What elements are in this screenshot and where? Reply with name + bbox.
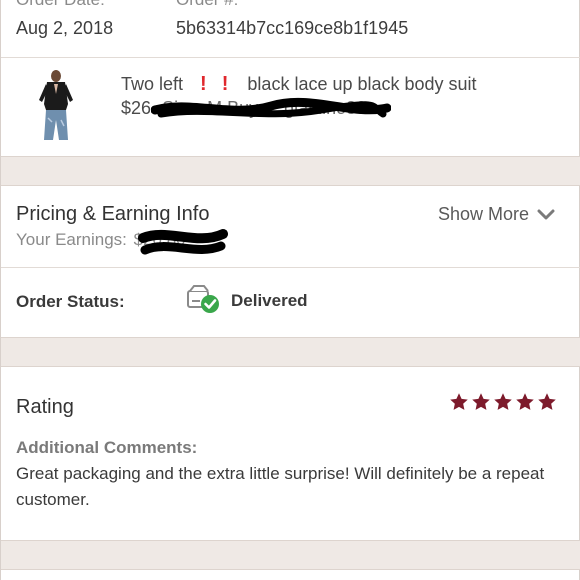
rating-stars [449, 392, 557, 412]
section-separator [1, 156, 580, 186]
star-icon [516, 393, 534, 410]
pricing-title: Pricing & Earning Info [16, 203, 210, 225]
product-thumbnail[interactable] [26, 70, 82, 142]
order-status-label: Order Status: [16, 292, 125, 311]
comment-text: Great packaging and the extra little sur… [16, 464, 545, 509]
product-price: $26 [121, 98, 152, 118]
order-status-value: Delivered [231, 291, 308, 310]
rating-title: Rating [16, 396, 74, 418]
earnings-value: $20.80 [133, 230, 186, 249]
order-date-value: Aug 2, 2018 [16, 18, 114, 38]
section-separator [1, 337, 580, 367]
show-more-label: Show More [437, 204, 529, 224]
exclamation-icon: ! [200, 73, 207, 95]
divider [1, 57, 580, 58]
order-date-label: Order Date: [16, 0, 105, 10]
earnings-label: Your Earnings: [16, 230, 127, 249]
product-title[interactable]: Two left ! ! black lace up black body su… [121, 73, 477, 96]
divider [1, 267, 580, 268]
earnings-line: Your Earnings: $20.80 [16, 230, 186, 250]
exclamation-icon: ! [221, 73, 229, 95]
delivered-package-icon [187, 285, 219, 313]
order-number-value: 5b63314b7cc169ce8b1f1945 [176, 18, 409, 38]
product-price-line: $26 Size: M Buyer: gianlino88 [121, 98, 366, 119]
star-icon [538, 393, 556, 410]
star-icon [450, 393, 468, 410]
section-separator [1, 540, 580, 570]
product-title-prefix: Two left [121, 74, 184, 94]
chevron-down-icon [537, 209, 555, 219]
additional-comments-label: Additional Comments: [16, 438, 198, 457]
order-number-label: Order #: [176, 0, 238, 10]
show-more-button[interactable]: Show More [438, 204, 555, 225]
order-details-panel: Order Date: Aug 2, 2018 Order #: 5b63314… [0, 0, 580, 580]
star-icon [472, 393, 490, 410]
star-icon [494, 393, 512, 410]
product-size-buyer: Size: M Buyer: gianlino88 [162, 98, 367, 118]
product-title-suffix: black lace up black body suit [247, 74, 477, 94]
